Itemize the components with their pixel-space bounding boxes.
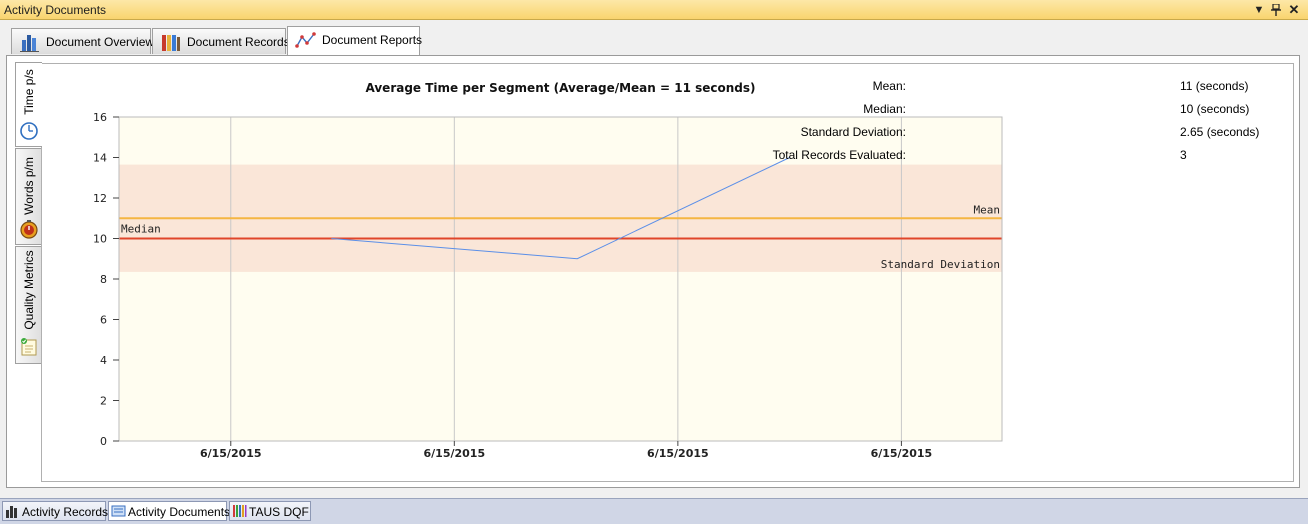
stat-label: Median:	[863, 102, 906, 116]
documents-icon	[111, 505, 126, 517]
y-tick-label: 16	[93, 111, 107, 124]
bottom-tab-label: Activity Records	[22, 505, 109, 519]
bottom-tab-activity-documents[interactable]: Activity Documents	[108, 501, 231, 521]
side-tab-label: Time p/s	[22, 69, 36, 115]
stat-label: Standard Deviation:	[800, 125, 906, 139]
median-label: Median	[121, 223, 161, 236]
clock-icon	[20, 122, 38, 140]
y-tick-label: 14	[93, 152, 107, 165]
stat-label: Mean:	[872, 79, 906, 93]
tab-label: Document Reports	[322, 33, 423, 47]
color-bars-icon	[233, 505, 247, 517]
stat-value: 11 (seconds)	[1180, 79, 1249, 93]
tab-document-reports[interactable]: Document Reports	[287, 26, 423, 55]
line-graph-icon	[295, 32, 316, 48]
bottom-tab-bar: Activity Records Activity Documents TAUS…	[0, 498, 1308, 524]
bottom-tab-label: Activity Documents	[128, 505, 231, 519]
bottom-tab-taus-dqf[interactable]: TAUS DQF	[229, 501, 311, 521]
y-tick-label: 8	[100, 273, 107, 286]
side-tab-time-per-second[interactable]: Time p/s	[15, 62, 42, 147]
stat-value: 2.65 (seconds)	[1180, 125, 1260, 139]
average-time-chart: Average Time per Segment (Average/Mean =…	[93, 81, 1003, 460]
chart-title: Average Time per Segment (Average/Mean =…	[366, 81, 756, 95]
x-tick-label: 6/15/2015	[871, 447, 933, 460]
y-tick-label: 12	[93, 192, 107, 205]
x-tick-label: 6/15/2015	[647, 447, 709, 460]
y-tick-label: 6	[100, 314, 107, 327]
stat-value: 10 (seconds)	[1180, 102, 1250, 116]
stat-value: 3	[1180, 148, 1187, 162]
stat-label: Total Records Evaluated:	[772, 148, 906, 162]
bar-chart-icon	[6, 506, 17, 518]
x-tick-label: 6/15/2015	[424, 447, 486, 460]
y-tick-label: 10	[93, 233, 107, 246]
bottom-tab-activity-records[interactable]: Activity Records	[2, 501, 109, 521]
y-tick-label: 2	[100, 395, 107, 408]
standard-deviation-label: Standard Deviation	[881, 258, 1000, 271]
y-tick-label: 0	[100, 435, 107, 448]
mean-label: Mean	[974, 203, 1001, 216]
x-tick-label: 6/15/2015	[200, 447, 262, 460]
bottom-tab-label: TAUS DQF	[249, 505, 309, 519]
y-tick-label: 4	[100, 354, 107, 367]
